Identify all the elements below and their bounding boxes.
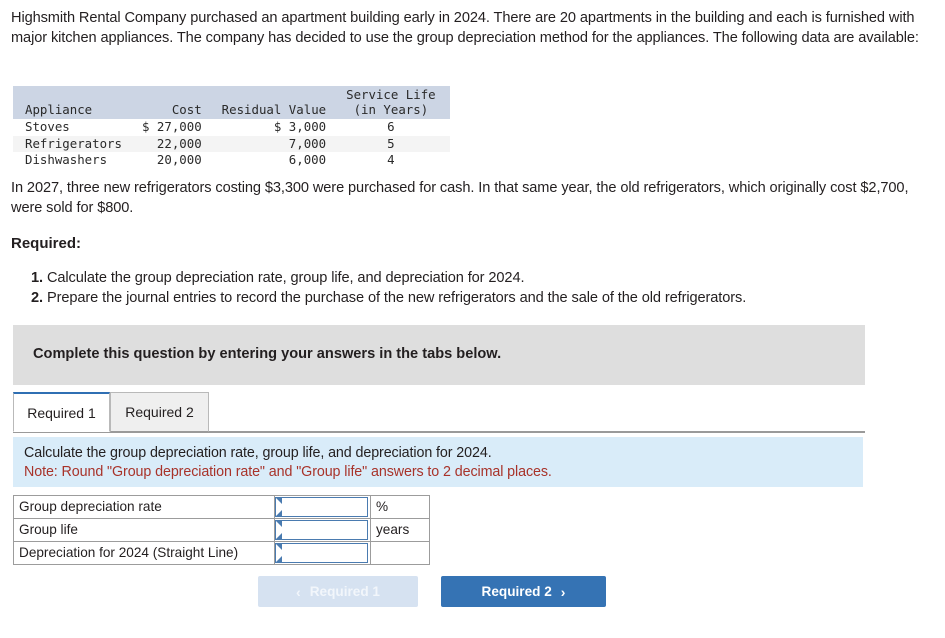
question-page: Highsmith Rental Company purchased an ap… (0, 0, 945, 638)
header-appliance: Appliance (13, 86, 132, 119)
corner-marker-top-left-icon (276, 544, 282, 550)
required-heading: Required: (11, 235, 82, 252)
tab-required-2-label: Required 2 (125, 404, 194, 420)
cell-life: 5 (336, 135, 450, 152)
cell-life: 6 (387, 119, 395, 134)
answer-row-group-depreciation-rate: Group depreciation rate % (13, 495, 430, 519)
answer-label: Group depreciation rate (13, 495, 275, 519)
answer-label: Group life (13, 518, 275, 542)
cell-residual: $ 3,000 (273, 119, 327, 134)
list-item-text: Prepare the journal entries to record th… (46, 290, 747, 306)
header-service-life-line1: Service Life (346, 87, 436, 102)
answer-entry-table: Group depreciation rate % Group life yea… (13, 495, 430, 565)
complete-question-banner: Complete this question by entering your … (13, 325, 865, 385)
tab-required-2[interactable]: Required 2 (110, 392, 209, 432)
group-life-input[interactable] (276, 521, 367, 539)
answer-input-box[interactable] (275, 497, 368, 517)
intro-paragraph: Highsmith Rental Company purchased an ap… (11, 10, 919, 46)
answer-unit: years (370, 518, 430, 542)
answer-input-box[interactable] (275, 520, 368, 540)
corner-marker-top-left-icon (276, 498, 282, 504)
answer-unit: % (370, 495, 430, 519)
answer-input-box[interactable] (275, 543, 368, 563)
corner-marker-bottom-left-icon (276, 533, 282, 539)
cell-appliance: Stoves (25, 119, 70, 134)
corner-marker-bottom-left-icon (276, 510, 282, 516)
header-service-life-line2: (in Years) (353, 102, 429, 117)
cell-cost: 22,000 (131, 135, 212, 152)
answer-input-cell[interactable] (274, 541, 371, 565)
cell-life: 4 (387, 152, 395, 167)
header-residual-value: Residual Value (211, 86, 337, 119)
cell-residual: 7,000 (211, 135, 337, 152)
cell-cost: 20,000 (156, 152, 202, 167)
corner-marker-bottom-left-icon (276, 556, 282, 562)
group-depreciation-rate-input[interactable] (276, 498, 367, 516)
list-item: 2. Prepare the journal entries to record… (31, 288, 901, 308)
answer-label: Depreciation for 2024 (Straight Line) (13, 541, 275, 565)
cell-cost: $ 27,000 (141, 119, 202, 134)
list-item-text: Calculate the group depreciation rate, g… (46, 270, 525, 286)
table-header-row: Appliance Cost Residual Value Service Li… (13, 86, 450, 119)
table-row: Dishwashers 20,000 6,000 4 (13, 152, 450, 169)
tab-required-1-label: Required 1 (27, 404, 96, 421)
tab-strip: Required 1 Required 2 (13, 392, 865, 433)
list-item-number: 1. (31, 270, 43, 286)
list-item: 1. Calculate the group depreciation rate… (31, 268, 901, 288)
header-service-life: Service Life (in Years) (336, 86, 450, 119)
required-list: 1. Calculate the group depreciation rate… (31, 268, 901, 308)
chevron-right-icon: › (560, 583, 566, 600)
previous-button-label: Required 1 (309, 584, 380, 599)
list-item-number: 2. (31, 290, 43, 306)
purchase-paragraph: In 2027, three new refrigerators costing… (11, 180, 909, 216)
cell-appliance: Refrigerators (13, 135, 132, 152)
answer-unit (370, 541, 430, 565)
instruction-text: Calculate the group depreciation rate, g… (24, 445, 492, 461)
tab-required-1[interactable]: Required 1 (13, 392, 110, 432)
answer-row-group-life: Group life years (13, 518, 430, 542)
previous-required-1-button[interactable]: ‹ Required 1 (258, 576, 418, 607)
next-button-label: Required 2 (481, 584, 552, 599)
chevron-left-icon: ‹ (296, 583, 301, 600)
answer-input-cell[interactable] (274, 518, 371, 542)
instruction-panel: Calculate the group depreciation rate, g… (13, 437, 863, 487)
banner-text: Complete this question by entering your … (33, 346, 502, 362)
table-row: Stoves $ 27,000 $ 3,000 6 (13, 119, 450, 136)
cell-residual: 6,000 (288, 152, 327, 167)
next-required-2-button[interactable]: Required 2 › (441, 576, 606, 607)
table-row: Refrigerators 22,000 7,000 5 (13, 135, 450, 152)
depreciation-2024-input[interactable] (276, 544, 367, 562)
cell-appliance: Dishwashers (25, 152, 108, 167)
instruction-note: Note: Round "Group depreciation rate" an… (24, 464, 552, 480)
corner-marker-top-left-icon (276, 521, 282, 527)
tab-navigation-buttons: ‹ Required 1 Required 2 › (258, 576, 618, 607)
appliance-data-table: Appliance Cost Residual Value Service Li… (13, 86, 450, 169)
header-cost: Cost (131, 86, 212, 119)
answer-row-depreciation-2024: Depreciation for 2024 (Straight Line) (13, 541, 430, 565)
answer-input-cell[interactable] (274, 495, 371, 519)
